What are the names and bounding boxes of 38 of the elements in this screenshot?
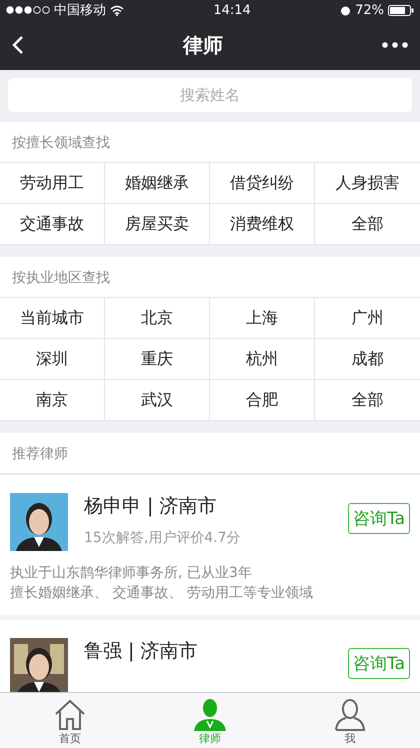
city-item[interactable]: 武汉 xyxy=(105,380,210,421)
page-title: 律师 xyxy=(182,32,224,58)
home-icon xyxy=(53,699,87,731)
battery-icon xyxy=(388,4,414,16)
clock-time: 14:14 xyxy=(212,2,252,18)
city-item[interactable]: 上海 xyxy=(210,298,315,339)
person-icon xyxy=(333,699,367,731)
category-item[interactable]: 借贷纠纷 xyxy=(210,163,315,204)
category-item[interactable]: 房屋买卖 xyxy=(105,204,210,245)
lawyer-stats: 15次解答,用户评价4.7分 xyxy=(84,529,242,547)
lawyer-icon xyxy=(192,699,228,731)
carrier-name: 中国移动 xyxy=(54,2,106,19)
tab-item[interactable]: 首页 xyxy=(0,693,140,748)
city-item[interactable]: 深圳 xyxy=(0,339,105,380)
back-icon[interactable] xyxy=(12,35,24,55)
more-icon[interactable] xyxy=(382,42,408,48)
lawyer-name: 杨申申 | 济南市 xyxy=(84,494,218,519)
wifi-icon xyxy=(110,4,124,16)
lawyer-card[interactable]: 杨申申 | 济南市 15次解答,用户评价4.7分 咨询Ta 执业于山东鹊华律师事务所, 已从业3年 擅长婚姻继承、 交通事故、 劳动用工等专业领域 xyxy=(0,474,420,619)
specialty-text: 擅长婚姻继承、 交通事故、 劳动用工等专业领域 xyxy=(10,584,314,603)
lawyer-card[interactable]: 鲁强 | 济南市 咨询Ta xyxy=(0,619,420,692)
category-item[interactable]: 劳动用工 xyxy=(0,163,105,204)
lawyer-name: 鲁强 | 济南市 xyxy=(84,639,198,664)
category-item[interactable]: 消费维权 xyxy=(210,204,315,245)
section-title: 推荐律师 xyxy=(0,433,420,474)
tab-item[interactable]: 我 xyxy=(280,693,420,748)
firm-text: 执业于山东鹊华律师事务所, 已从业3年 xyxy=(10,564,253,583)
city-item[interactable]: 杭州 xyxy=(210,339,315,380)
category-item[interactable]: 婚姻继承 xyxy=(105,163,210,204)
battery-percent: 72% xyxy=(355,2,384,18)
category-item[interactable]: 交通事故 xyxy=(0,204,105,245)
search-field[interactable]: 搜索姓名 xyxy=(8,78,412,112)
signal-icon xyxy=(6,6,50,14)
city-item[interactable]: 重庆 xyxy=(105,339,210,380)
city-item[interactable]: 南京 xyxy=(0,380,105,421)
city-item[interactable]: 合肥 xyxy=(210,380,315,421)
city-item[interactable]: 当前城市 xyxy=(0,298,105,339)
city-item[interactable]: 北京 xyxy=(105,298,210,339)
